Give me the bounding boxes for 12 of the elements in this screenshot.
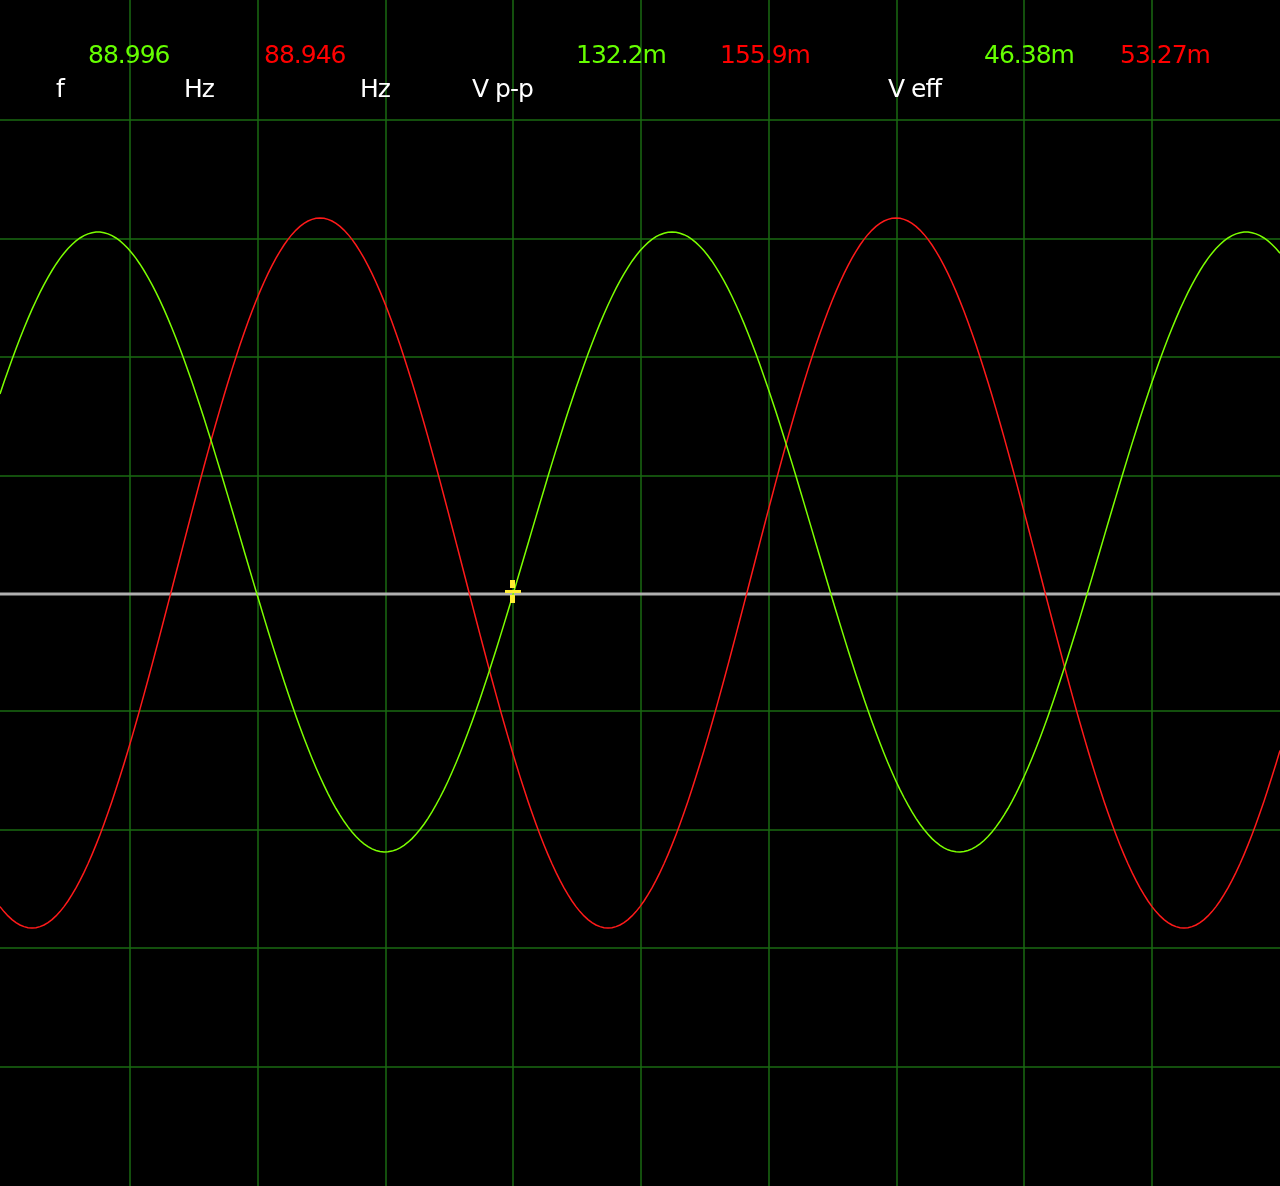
measurement-value: 132.2m [576,40,666,71]
measurement-value: 88.996 [88,40,170,71]
measurement-label: f [56,74,64,104]
measurement-label: Hz [184,74,214,104]
measurement-value: 46.38m [984,40,1074,71]
measurement-value: 155.9m [720,40,810,71]
measurement-label: V p-p [472,74,533,104]
measurement-label: V eff [888,74,942,104]
cursor-marker-icon [505,580,521,603]
measurement-value: 88.946 [264,40,346,71]
measurement-value: 53.27m [1120,40,1210,71]
measurement-label: Hz [360,74,390,104]
